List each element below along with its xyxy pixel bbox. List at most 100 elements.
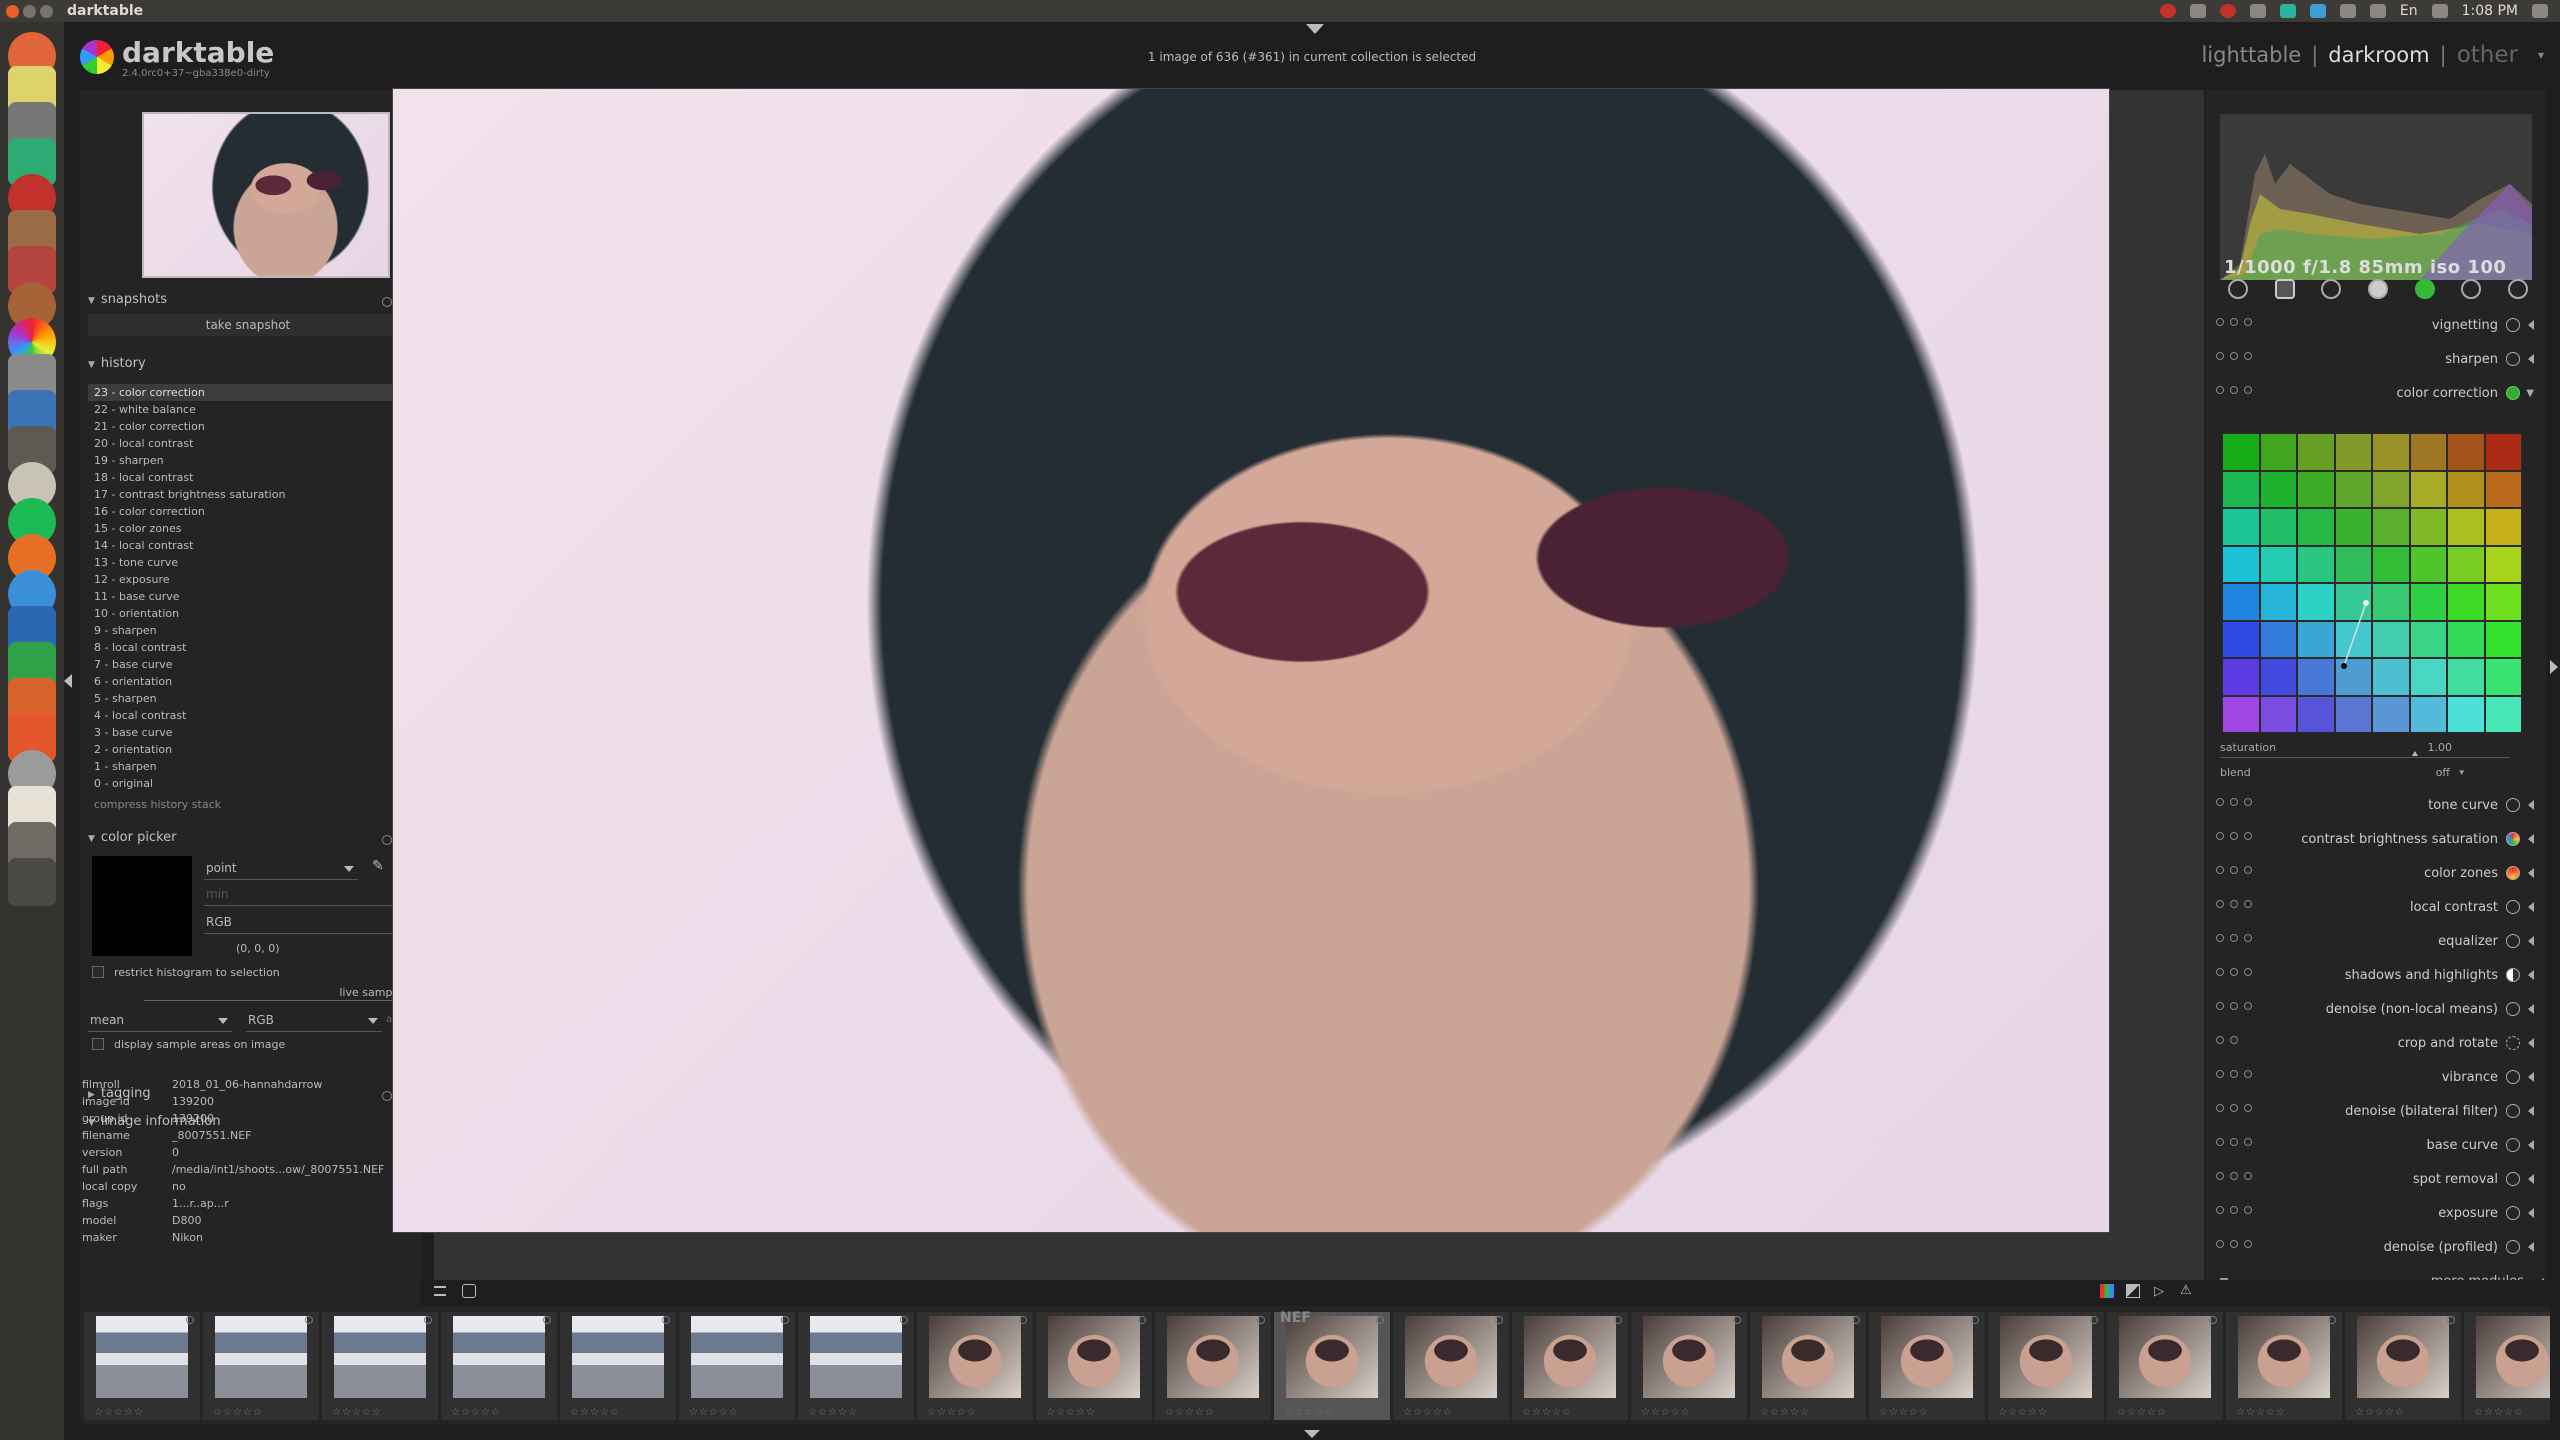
module-preset-icon[interactable] [2230,832,2238,840]
module-preset-icon[interactable] [2216,1036,2224,1044]
module-reset-icon[interactable] [2244,1138,2252,1146]
module-color-correction[interactable]: color correction ▼ [2206,376,2536,410]
history-item[interactable]: 13 - tone curve [88,554,404,571]
history-item[interactable]: 3 - base curve [88,724,404,741]
reject-icon[interactable] [305,1316,313,1324]
clipboard-icon[interactable] [2249,4,2266,18]
filmstrip-thumbnail[interactable]: ☆☆☆☆☆ [203,1312,319,1420]
module-reset-icon[interactable] [2244,386,2252,394]
filmstrip-thumbnail[interactable]: ☆☆☆☆☆ [1393,1312,1509,1420]
snapshots-header[interactable]: ▼ snapshots [88,292,167,307]
module-power-icon[interactable] [2216,386,2224,394]
filmstrip-thumbnail[interactable]: ☆☆☆☆☆ [1750,1312,1866,1420]
clock[interactable]: 1:08 PM [2462,3,2518,19]
star-rating[interactable]: ☆☆☆☆☆ [2474,1407,2524,1418]
history-item[interactable]: 9 - sharpen [88,622,404,639]
module-reset-icon[interactable] [2244,1104,2252,1112]
snapshots-reset-icon[interactable] [382,297,392,307]
styles-icon[interactable] [462,1284,476,1298]
picker-colorspace-select[interactable]: RGB [204,912,410,934]
module-local-contrast[interactable]: local contrast [2206,890,2536,924]
eyedropper-icon[interactable]: ✎ [372,858,384,874]
module-vignetting[interactable]: vignetting [2206,308,2536,342]
star-rating[interactable]: ☆☆☆☆☆ [570,1407,620,1418]
module-power-icon[interactable] [2216,1002,2224,1010]
filmstrip-thumbnail[interactable]: ☆☆☆☆☆ [917,1312,1033,1420]
reject-icon[interactable] [1495,1316,1503,1324]
history-item[interactable]: 7 - base curve [88,656,404,673]
module-shadows-and-highlights[interactable]: shadows and highlights [2206,958,2536,992]
star-rating[interactable]: ☆☆☆☆☆ [332,1407,382,1418]
module-preset-icon[interactable] [2230,1172,2238,1180]
collapse-top-panel-icon[interactable] [1306,24,1324,34]
module-preset-icon[interactable] [2230,900,2238,908]
module-power-icon[interactable] [2216,1070,2224,1078]
minimize-window-button[interactable] [23,4,36,18]
trash-launcher-icon[interactable] [8,858,56,906]
view-other[interactable]: other [2457,42,2518,68]
module-reset-icon[interactable] [2244,1240,2252,1248]
color-picker-reset-icon[interactable] [382,835,392,845]
blend-select[interactable]: off [2436,766,2450,779]
reject-icon[interactable] [1138,1316,1146,1324]
warning-icon[interactable]: ⚠ [2180,1283,2192,1298]
history-item[interactable]: 11 - base curve [88,588,404,605]
module-denoise-bilateral-filter[interactable]: denoise (bilateral filter) [2206,1094,2536,1128]
history-item[interactable]: 5 - sharpen [88,690,404,707]
picker-stat-select[interactable]: min [204,884,410,906]
module-spot-removal[interactable]: spot removal [2206,1162,2536,1196]
history-item[interactable]: 17 - contrast brightness saturation [88,486,404,503]
reject-icon[interactable] [662,1316,670,1324]
module-preset-icon[interactable] [2230,934,2238,942]
star-rating[interactable]: ☆☆☆☆☆ [1165,1407,1215,1418]
reject-icon[interactable] [186,1316,194,1324]
module-color-zones[interactable]: color zones [2206,856,2536,890]
volume-icon[interactable] [2431,4,2448,18]
reject-icon[interactable] [2328,1316,2336,1324]
filmstrip-thumbnail[interactable]: ☆☆☆☆☆ [1155,1312,1271,1420]
reject-icon[interactable] [2209,1316,2217,1324]
module-preset-icon[interactable] [2230,866,2238,874]
main-image[interactable] [392,88,2110,1233]
history-item[interactable]: 23 - color correction [88,384,404,401]
view-darkroom[interactable]: darkroom [2328,43,2429,67]
history-item[interactable]: 15 - color zones [88,520,404,537]
module-reset-icon[interactable] [2244,968,2252,976]
module-reset-icon[interactable] [2244,1172,2252,1180]
saturation-slider-handle[interactable] [2412,751,2418,756]
star-rating[interactable]: ☆☆☆☆☆ [94,1407,144,1418]
history-item[interactable]: 2 - orientation [88,741,404,758]
reject-icon[interactable] [1852,1316,1860,1324]
module-power-icon[interactable] [2216,1172,2224,1180]
module-preset-icon[interactable] [2230,318,2238,326]
tone-group-icon[interactable] [2367,279,2388,299]
navigation-thumbnail[interactable] [142,112,390,278]
saturation-value[interactable]: 1.00 [2428,741,2453,754]
filmstrip-thumbnail[interactable]: ☆☆☆☆☆ [322,1312,438,1420]
reject-icon[interactable] [1376,1316,1384,1324]
module-preset-icon[interactable] [2230,1138,2238,1146]
star-rating[interactable]: ☆☆☆☆☆ [1641,1407,1691,1418]
module-power-icon[interactable] [2216,352,2224,360]
module-power-icon[interactable] [2216,1206,2224,1214]
module-vibrance[interactable]: vibrance [2206,1060,2536,1094]
correction-group-icon[interactable] [2461,279,2482,299]
display-sample-areas-checkbox[interactable] [92,1038,104,1050]
history-header[interactable]: ▼ history [88,356,146,371]
module-power-icon[interactable] [2216,1138,2224,1146]
star-rating[interactable]: ☆☆☆☆☆ [808,1407,858,1418]
module-power-icon[interactable] [2216,968,2224,976]
views-dropdown-icon[interactable]: ▾ [2538,48,2544,62]
history-item[interactable]: 4 - local contrast [88,707,404,724]
module-reset-icon[interactable] [2244,318,2252,326]
active-modules-group-icon[interactable] [2228,279,2248,299]
module-reset-icon[interactable] [2244,900,2252,908]
module-power-icon[interactable] [2216,1104,2224,1112]
wifi-icon[interactable] [2339,4,2356,18]
star-rating[interactable]: ☆☆☆☆☆ [689,1407,739,1418]
module-reset-icon[interactable] [2244,1206,2252,1214]
filmstrip-thumbnail[interactable]: ☆☆☆☆☆ [2226,1312,2342,1420]
color-assessment-icon[interactable] [2100,1284,2114,1298]
filmstrip-thumbnail[interactable]: ☆☆☆☆☆ [1036,1312,1152,1420]
softproof-icon[interactable] [2126,1284,2140,1298]
